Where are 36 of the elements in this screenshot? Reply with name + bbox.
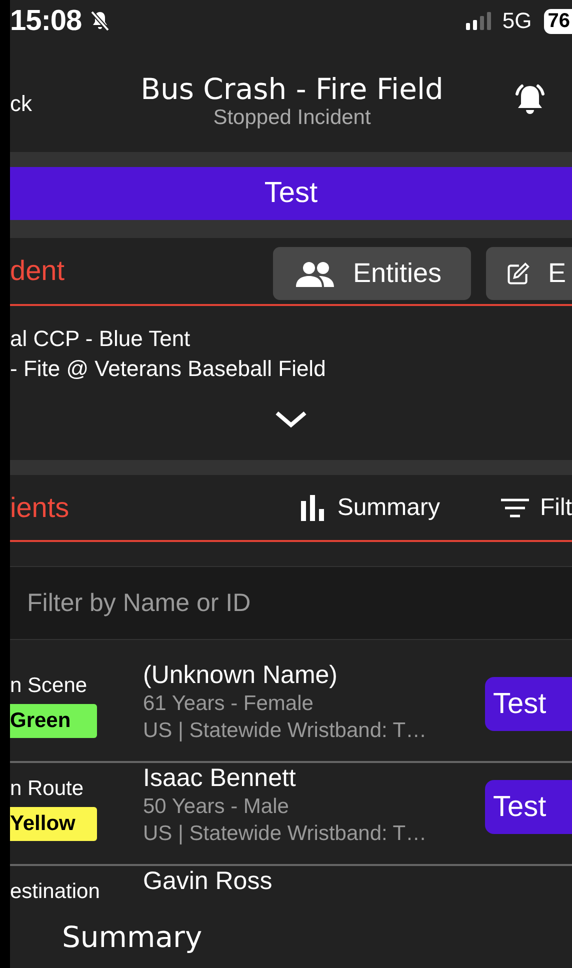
incident-detail: al CCP - Blue Tent <box>10 325 192 353</box>
patient-status: n Scene <box>10 674 88 698</box>
patient-details: 50 Years - Male <box>143 794 290 820</box>
wristband-id: US | Statewide Wristband: T… <box>143 718 428 744</box>
incident-status: Stopped Incident <box>213 106 371 130</box>
edit-button[interactable]: E <box>486 247 572 300</box>
patient-name[interactable]: Gavin Ross <box>143 866 485 896</box>
signal-icon <box>466 12 492 30</box>
incident-detail: - Fite @ Veterans Baseball Field <box>10 355 327 383</box>
network-label: 5G <box>502 8 532 34</box>
patient-details: 61 Years - Female <box>143 691 314 717</box>
patient-name[interactable]: Isaac Bennett <box>143 763 485 793</box>
edit-icon <box>506 262 530 286</box>
filter-icon <box>500 498 530 518</box>
patient-status: estination <box>10 880 101 904</box>
test-button[interactable]: Test <box>485 677 572 731</box>
battery-indicator: 76 <box>544 8 572 34</box>
test-button[interactable]: Test <box>485 780 572 834</box>
people-icon <box>295 260 335 286</box>
incident-title: Bus Crash - Fire Field <box>140 72 444 106</box>
chevron-down-icon[interactable] <box>274 410 308 428</box>
section-title: ients <box>10 492 70 524</box>
patient-status: n Route <box>10 777 85 801</box>
filter-button[interactable]: Filt <box>500 494 572 522</box>
triage-tag: Yellow <box>10 807 97 841</box>
section-title: dent <box>10 255 66 287</box>
summary-tab[interactable]: Summary <box>62 920 202 954</box>
status-time: 15:08 <box>10 4 82 38</box>
filter-field[interactable]: Filter by Name or ID <box>10 567 572 639</box>
entities-button[interactable]: Entities <box>273 247 471 300</box>
test-banner[interactable]: Test <box>10 167 572 220</box>
patient-name[interactable]: (Unknown Name) <box>143 660 485 690</box>
back-link[interactable]: ck <box>10 91 130 117</box>
wristband-id: US | Statewide Wristband: T… <box>143 821 428 847</box>
triage-tag: Green <box>10 704 97 738</box>
summary-button[interactable]: Summary <box>301 494 440 522</box>
